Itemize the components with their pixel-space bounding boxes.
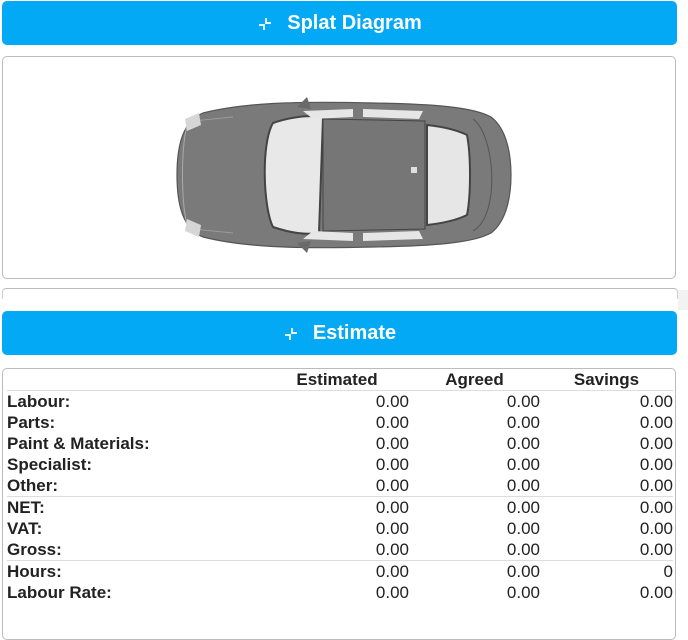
savings-value: 0.00: [639, 518, 673, 538]
estimate-row-specialist: Specialist: 0.00 0.00 0.00: [7, 454, 673, 475]
collapse-icon: [257, 15, 273, 31]
savings-value: 0.00: [639, 582, 673, 602]
savings-value: 0.00: [639, 391, 673, 411]
estimate-row-paint-materials: Paint & Materials: 0.00 0.00 0.00: [7, 433, 673, 454]
column-header-savings: Savings: [540, 369, 673, 391]
estimated-value: 0.00: [375, 454, 409, 474]
estimate-header[interactable]: Estimate: [2, 311, 677, 355]
estimated-value: 0.00: [375, 582, 409, 602]
savings-value: 0.00: [639, 412, 673, 432]
car-top-view-image[interactable]: [173, 95, 513, 255]
column-header-agreed: Agreed: [409, 369, 540, 391]
savings-value: 0: [540, 560, 673, 582]
savings-value: 0.00: [639, 454, 673, 474]
savings-value: 0.00: [639, 539, 673, 559]
estimated-value: 0.00: [375, 391, 409, 411]
collapse-icon: [283, 325, 299, 341]
estimate-row-vat: VAT: 0.00 0.00 0.00: [7, 518, 673, 539]
row-label: Hours:: [7, 560, 265, 582]
estimate-table: Estimated Agreed Savings Labour: 0.00 0.…: [7, 369, 673, 603]
panel-divider: [2, 288, 678, 299]
estimate-row-gross: Gross: 0.00 0.00 0.00: [7, 539, 673, 561]
agreed-value: 0.00: [506, 454, 540, 474]
row-label: Labour:: [7, 391, 71, 411]
splat-diagram-header[interactable]: Splat Diagram: [2, 1, 677, 45]
row-label: NET:: [7, 496, 265, 518]
estimated-value: 0.00: [375, 433, 409, 453]
agreed-value: 0.00: [506, 539, 540, 559]
estimate-row-net: NET: 0.00 0.00 0.00: [7, 496, 673, 518]
agreed-value: 0.00: [506, 412, 540, 432]
estimate-row-other: Other: 0.00 0.00 0.00: [7, 475, 673, 497]
agreed-value: 0.00: [506, 391, 540, 411]
estimated-value: 0.00: [265, 496, 409, 518]
row-label: Paint & Materials:: [7, 433, 150, 453]
savings-value: 0.00: [540, 496, 673, 518]
column-header-label: [7, 369, 265, 391]
savings-value: 0.00: [639, 433, 673, 453]
estimate-title: Estimate: [312, 321, 397, 344]
estimate-row-labour: Labour: 0.00 0.00 0.00: [7, 391, 673, 413]
row-label: Specialist:: [7, 454, 93, 474]
agreed-value: 0.00: [409, 496, 540, 518]
estimate-panel: Estimated Agreed Savings Labour: 0.00 0.…: [2, 368, 676, 640]
column-header-estimated: Estimated: [265, 369, 409, 391]
agreed-value: 0.00: [506, 582, 540, 602]
estimate-table-header-row: Estimated Agreed Savings: [7, 369, 673, 391]
estimate-row-parts: Parts: 0.00 0.00 0.00: [7, 412, 673, 433]
scroll-gutter: [678, 290, 688, 310]
agreed-value: 0.00: [506, 475, 540, 495]
row-label: VAT:: [7, 518, 43, 538]
row-label: Other:: [7, 475, 58, 495]
row-label: Labour Rate:: [7, 582, 112, 602]
row-label: Parts:: [7, 412, 56, 432]
estimated-value: 0.00: [375, 412, 409, 432]
splat-diagram-title: Splat Diagram: [287, 11, 422, 34]
estimated-value: 0.00: [265, 560, 409, 582]
agreed-value: 0.00: [506, 433, 540, 453]
estimate-row-hours: Hours: 0.00 0.00 0: [7, 560, 673, 582]
agreed-value: 0.00: [409, 560, 540, 582]
savings-value: 0.00: [639, 475, 673, 495]
estimate-row-labour-rate: Labour Rate: 0.00 0.00 0.00: [7, 582, 673, 603]
agreed-value: 0.00: [506, 518, 540, 538]
row-label: Gross:: [7, 539, 62, 559]
splat-diagram-panel: [2, 56, 676, 279]
estimated-value: 0.00: [375, 518, 409, 538]
estimated-value: 0.00: [375, 539, 409, 559]
estimated-value: 0.00: [375, 475, 409, 495]
